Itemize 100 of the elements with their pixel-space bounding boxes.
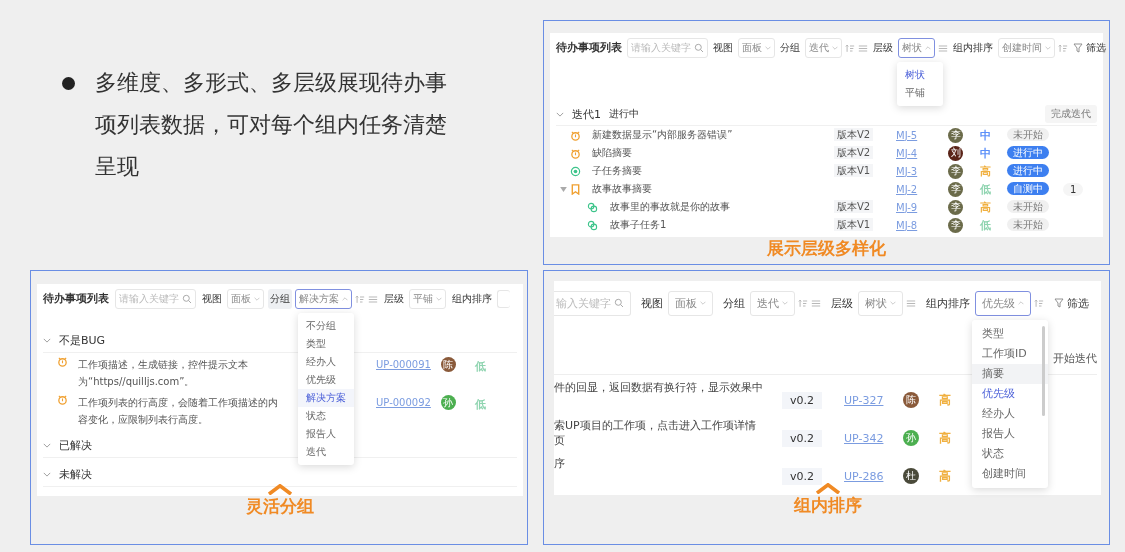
dropdown-select[interactable]: [497, 290, 510, 308]
caret-icon: [254, 297, 260, 301]
menu-option[interactable]: 树状: [897, 66, 943, 84]
menu-option[interactable]: 状态: [972, 443, 1048, 464]
dropdown-select[interactable]: 树状: [898, 38, 935, 58]
item-id-link[interactable]: UP-327: [844, 393, 884, 407]
avatar: 李: [948, 127, 963, 143]
avatar: 孙: [440, 395, 456, 410]
bug-icon: [570, 147, 581, 159]
search-field[interactable]: 请输入关键字: [627, 38, 708, 58]
menu-option[interactable]: 迭代: [298, 443, 354, 461]
item-title: 件的回显，返回数据有换行符，显示效果中: [554, 380, 764, 395]
menu-option[interactable]: 类型: [972, 323, 1048, 344]
status-tag[interactable]: 未开始: [1007, 128, 1049, 141]
list-icon[interactable]: [368, 294, 378, 304]
funnel-icon: [1073, 43, 1083, 53]
menu-option[interactable]: 状态: [298, 407, 354, 425]
filter-label: 分组: [722, 295, 746, 312]
avatar: 陈: [903, 392, 920, 408]
caption: 展示层级多样化: [767, 237, 886, 259]
priority-label: 高: [938, 429, 953, 447]
dropdown-select[interactable]: 平铺: [409, 289, 446, 309]
menu-option[interactable]: 工作项ID: [972, 343, 1048, 364]
menu-option[interactable]: 优先级: [298, 371, 354, 389]
dropdown-select[interactable]: 迭代: [750, 290, 795, 316]
chevron-up-icon: [268, 484, 292, 495]
item-id-link[interactable]: MJ-3: [896, 165, 948, 177]
sort-icon[interactable]: [798, 298, 808, 308]
filter-label: 层级: [872, 41, 894, 55]
priority-label: 高: [938, 391, 953, 409]
list-icon[interactable]: [906, 298, 916, 308]
item-id-link[interactable]: MJ-2: [896, 183, 948, 195]
complete-iteration-button[interactable]: 完成迭代: [1045, 105, 1097, 123]
item-id-link[interactable]: UP-000091: [376, 359, 431, 370]
menu-option[interactable]: 平铺: [897, 84, 943, 102]
dropdown-select[interactable]: 面板: [668, 290, 713, 316]
item-id-link[interactable]: UP-000092: [376, 397, 431, 408]
item-id-link[interactable]: MJ-4: [896, 147, 948, 159]
menu-option[interactable]: 摘要: [972, 363, 1048, 384]
expand-triangle-icon[interactable]: [559, 186, 567, 192]
menu-option[interactable]: 经办人: [972, 403, 1048, 424]
group-name: 未解决: [59, 466, 92, 482]
item-id-link[interactable]: MJ-9: [896, 201, 948, 213]
menu-option[interactable]: 报告人: [972, 423, 1048, 444]
search-field[interactable]: 请输入关键字: [115, 289, 196, 309]
group-name: 已解决: [59, 437, 92, 453]
caret-icon: [436, 297, 442, 301]
dropdown-select[interactable]: 优先级: [975, 290, 1031, 316]
caret-icon: [1018, 301, 1024, 305]
avatar: 李: [948, 199, 963, 215]
item-id-link[interactable]: UP-286: [844, 469, 884, 483]
chevron-down-icon[interactable]: [556, 111, 564, 117]
menu-option[interactable]: 优先级: [972, 383, 1048, 404]
dropdown-select[interactable]: 创建时间: [998, 38, 1055, 58]
menu-option[interactable]: 经办人: [298, 353, 354, 371]
item-title: 故事里的事故就是你的故事: [610, 200, 731, 214]
version-tag: v0.2: [782, 429, 822, 447]
list-icon[interactable]: [858, 43, 868, 53]
menu-option[interactable]: 类型: [298, 335, 354, 353]
list-icon[interactable]: [811, 298, 821, 308]
item-id-link[interactable]: MJ-8: [896, 219, 948, 231]
dropdown-select[interactable]: 解决方案: [295, 289, 352, 309]
filter-button[interactable]: 筛选: [1054, 295, 1089, 311]
status-tag[interactable]: 未开始: [1007, 200, 1049, 213]
item-title: 故事故事摘要: [592, 182, 653, 196]
scrollbar[interactable]: [1042, 325, 1045, 416]
status-tag[interactable]: 进行中: [1007, 146, 1049, 159]
status-tag[interactable]: 自测中: [1007, 182, 1049, 195]
chevron-down-icon[interactable]: [43, 337, 51, 343]
dropdown-select[interactable]: 面板: [227, 289, 264, 309]
list-icon[interactable]: [938, 43, 948, 53]
item-id-link[interactable]: UP-342: [844, 431, 884, 445]
sort-icon[interactable]: [355, 294, 365, 304]
item-title: 序: [554, 456, 566, 471]
menu-option[interactable]: 创建时间: [972, 463, 1048, 484]
avatar: 李: [948, 181, 963, 197]
menu-option[interactable]: 解决方案: [298, 389, 354, 407]
dropdown-select[interactable]: 树状: [858, 290, 903, 316]
status-tag[interactable]: 未开始: [1007, 218, 1049, 231]
search-field[interactable]: 输入关键字: [554, 290, 631, 316]
item-id-link[interactable]: MJ-5: [896, 129, 948, 141]
avatar: 李: [948, 163, 963, 179]
sort-icon[interactable]: [1058, 43, 1068, 53]
chevron-down-icon[interactable]: [43, 471, 51, 477]
start-iteration-button[interactable]: 开始迭代: [1053, 351, 1097, 366]
dropdown-select[interactable]: 面板: [738, 38, 775, 58]
chevron-down-icon[interactable]: [43, 442, 51, 448]
item-title: 新建数据显示“内部服务器错误”: [592, 128, 734, 142]
caret-icon: [1045, 46, 1051, 50]
sort-icon[interactable]: [1034, 298, 1044, 308]
filter-button[interactable]: 筛选: [1073, 41, 1106, 55]
sort-icon[interactable]: [845, 43, 855, 53]
priority-label: 低: [978, 217, 992, 233]
item-title: 工作项描述，生成链接，控件提示文本为“https//quilljs.com”。: [78, 358, 249, 389]
list-title: 待办事项列表: [43, 292, 109, 306]
menu-option[interactable]: 不分组: [298, 317, 354, 335]
menu-option[interactable]: 报告人: [298, 425, 354, 443]
dropdown-select[interactable]: 迭代: [805, 38, 842, 58]
filter-label: 层级: [830, 295, 854, 312]
status-tag[interactable]: 进行中: [1007, 164, 1049, 177]
